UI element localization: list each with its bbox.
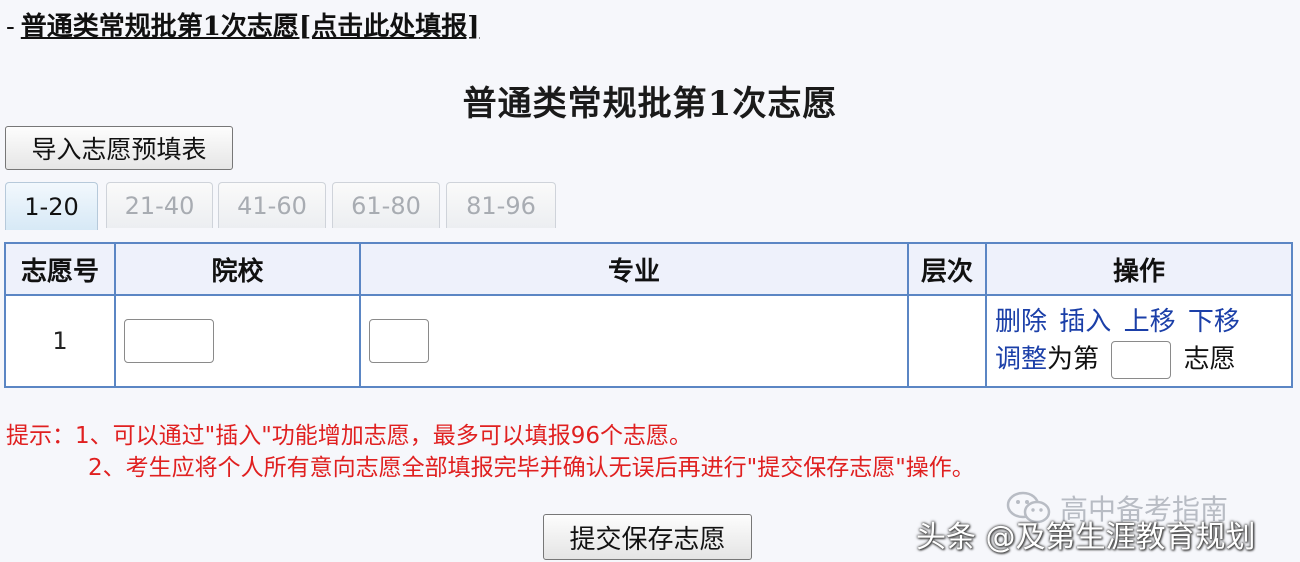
table-header-row: 志愿号 院校 专业 层次 操作 <box>4 242 1293 296</box>
header-line: - 普通类常规批第1次志愿[点击此处填报] <box>6 6 480 43</box>
major-cell <box>359 294 909 388</box>
column-header-actions: 操作 <box>985 242 1293 296</box>
move-up-link[interactable]: 上移 <box>1124 307 1176 337</box>
column-header-number: 志愿号 <box>4 242 116 296</box>
actions-line-2: 调整为第 志愿 <box>995 340 1291 379</box>
submit-save-button[interactable]: 提交保存志愿 <box>543 514 752 560</box>
adjust-position-input[interactable] <box>1111 340 1172 379</box>
column-header-level: 层次 <box>907 242 987 296</box>
fill-in-link[interactable]: 普通类常规批第1次志愿[点击此处填报] <box>21 12 480 42</box>
page-title: 普通类常规批第1次志愿 <box>462 84 838 124</box>
header-dash: - <box>6 12 15 42</box>
tab-41-60[interactable]: 41-60 <box>218 182 326 228</box>
tip-line-1: 提示：1、可以通过"插入"功能增加志愿，最多可以填报96个志愿。 <box>6 423 693 449</box>
choices-table: 志愿号 院校 专业 层次 操作 1 删除 插入 上移 下移 调整为第 志愿 <box>4 242 1293 388</box>
adjust-suffix-label: 志愿 <box>1183 344 1236 374</box>
school-cell <box>114 294 361 388</box>
delete-link[interactable]: 删除 <box>995 307 1047 337</box>
tip-line-2: 2、考生应将个人所有意向志愿全部填报完毕并确认无误后再进行"提交保存志愿"操作。 <box>88 455 975 481</box>
table-row: 1 删除 插入 上移 下移 调整为第 志愿 <box>4 294 1293 388</box>
tab-81-96[interactable]: 81-96 <box>446 182 556 228</box>
tips-block: 提示：1、可以通过"插入"功能增加志愿，最多可以填报96个志愿。 2、考生应将个… <box>6 420 975 484</box>
choice-number: 1 <box>4 294 116 388</box>
watermark-bottom: 头条 @及第生涯教育规划 <box>916 520 1256 555</box>
tab-61-80[interactable]: 61-80 <box>332 182 440 228</box>
tab-21-40[interactable]: 21-40 <box>106 182 213 228</box>
move-down-link[interactable]: 下移 <box>1188 307 1240 337</box>
major-input[interactable] <box>369 319 429 363</box>
adjust-to-label: 为第 <box>1047 344 1100 374</box>
level-cell <box>907 294 987 388</box>
column-header-school: 院校 <box>114 242 361 296</box>
school-input[interactable] <box>124 319 214 363</box>
import-prefill-button[interactable]: 导入志愿预填表 <box>5 126 233 170</box>
actions-line-1: 删除 插入 上移 下移 <box>995 304 1291 341</box>
adjust-link[interactable]: 调整 <box>995 344 1047 374</box>
actions-cell: 删除 插入 上移 下移 调整为第 志愿 <box>985 294 1293 388</box>
insert-link[interactable]: 插入 <box>1059 307 1111 337</box>
tab-1-20[interactable]: 1-20 <box>5 182 98 230</box>
column-header-major: 专业 <box>359 242 909 296</box>
